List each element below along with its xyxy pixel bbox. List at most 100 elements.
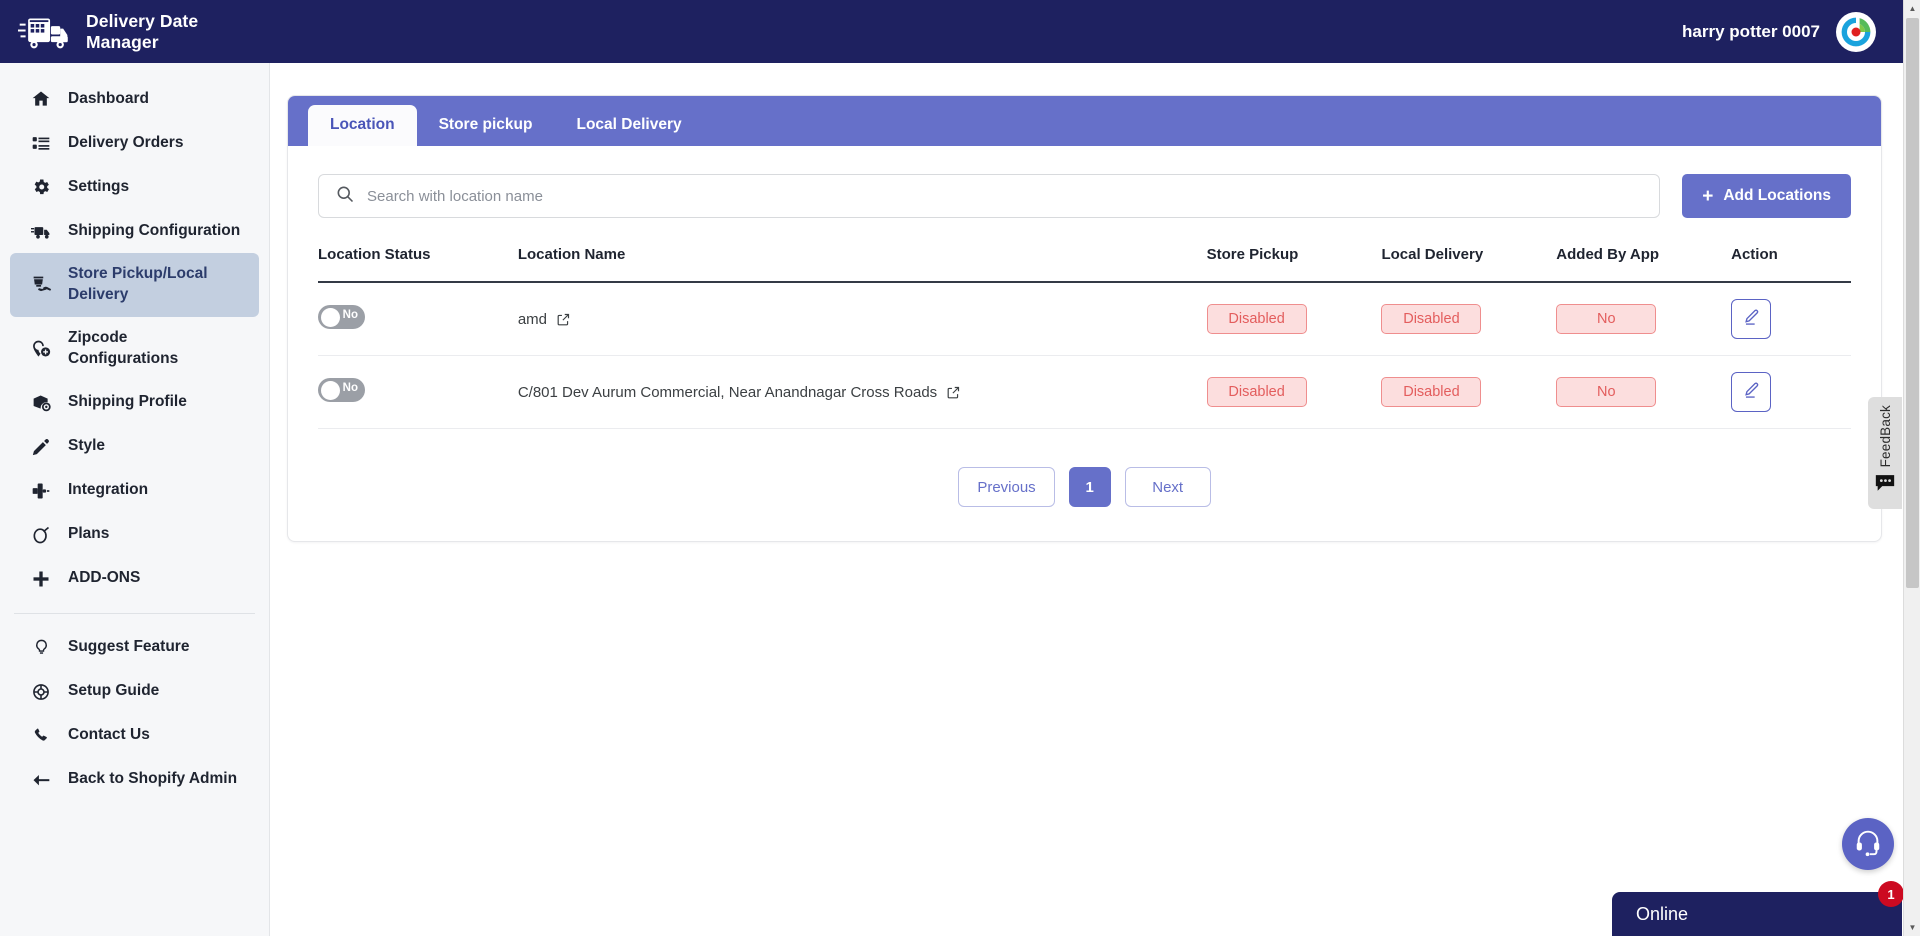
tab-bar: Location Store pickup Local Delivery — [288, 96, 1881, 146]
sidebar-item-back-to-shopify-admin[interactable]: Back to Shopify Admin — [10, 758, 259, 802]
sidebar-item-label: Plans — [68, 525, 110, 543]
edit-location-button[interactable] — [1731, 372, 1772, 412]
brand-name: Delivery Date Manager — [86, 10, 199, 52]
store-pickup-icon — [30, 274, 52, 296]
arrow-left-icon — [30, 769, 52, 791]
sidebar-item-label: Store Pickup/Local Delivery — [68, 265, 208, 303]
gear-icon — [30, 176, 52, 198]
add-locations-button[interactable]: + Add Locations — [1682, 174, 1851, 218]
cell-action — [1731, 282, 1851, 356]
local-delivery-status-badge: Disabled — [1381, 377, 1482, 407]
table-row: No amd Disabled Disabled No — [318, 282, 1851, 356]
sidebar-item-plans[interactable]: Plans — [10, 513, 259, 557]
sidebar-item-shipping-profile[interactable]: Shipping Profile — [10, 381, 259, 425]
col-header-added-by-app: Added By App — [1556, 246, 1732, 283]
cell-local-delivery: Disabled — [1381, 355, 1557, 429]
search-and-add-row: + Add Locations — [318, 174, 1851, 218]
added-by-app-badge: No — [1556, 377, 1657, 407]
sidebar-item-add-ons[interactable]: ADD-ONS — [10, 557, 259, 601]
pagination-previous-button[interactable]: Previous — [958, 467, 1055, 507]
tab-store-pickup[interactable]: Store pickup — [417, 105, 555, 146]
toggle-knob — [321, 380, 340, 400]
locations-table: Location Status Location Name Store Pick… — [318, 246, 1851, 429]
sidebar-item-contact-us[interactable]: Contact Us — [10, 714, 259, 758]
scroll-up-arrow[interactable]: ▲ — [1904, 0, 1920, 17]
col-header-action: Action — [1731, 246, 1851, 283]
location-name-link[interactable]: C/801 Dev Aurum Commercial, Near Anandna… — [518, 384, 961, 401]
location-name-link[interactable]: amd — [518, 311, 571, 328]
sidebar-item-store-pickup-local-delivery[interactable]: Store Pickup/Local Delivery — [10, 253, 259, 317]
topbar-user-area: harry potter 0007 — [1682, 11, 1896, 52]
sidebar-item-shipping-configuration[interactable]: Shipping Configuration — [10, 209, 259, 253]
sidebar-item-label: Integration — [68, 481, 149, 499]
store-pickup-status-badge: Disabled — [1206, 377, 1307, 407]
cell-local-delivery: Disabled — [1381, 282, 1557, 356]
sidebar-item-dashboard[interactable]: Dashboard — [10, 77, 259, 121]
external-link-icon[interactable] — [946, 385, 961, 400]
external-link-icon[interactable] — [556, 312, 571, 327]
tab-location[interactable]: Location — [308, 105, 417, 146]
table-body: No amd Disabled Disabled No No C/801 Dev… — [318, 282, 1851, 429]
main-content-area: Location Store pickup Local Delivery + A… — [270, 63, 1920, 936]
search-input[interactable] — [367, 187, 1644, 205]
sidebar-item-setup-guide[interactable]: Setup Guide — [10, 670, 259, 714]
plus-icon — [30, 568, 52, 590]
sidebar-item-label: Shipping Profile — [68, 393, 187, 411]
sidebar-item-integration[interactable]: Integration — [10, 469, 259, 513]
plans-icon — [30, 524, 52, 546]
scroll-down-arrow[interactable]: ▼ — [1904, 919, 1920, 936]
appjetty-avatar-logo[interactable] — [1836, 11, 1876, 52]
tab-local-delivery[interactable]: Local Delivery — [554, 105, 703, 146]
sidebar-item-label: Zipcode Configurations — [68, 328, 179, 367]
cell-store-pickup: Disabled — [1206, 282, 1382, 356]
cell-action — [1731, 355, 1851, 429]
location-status-toggle[interactable]: No — [318, 305, 365, 329]
sidebar-item-label: Suggest Feature — [68, 638, 190, 656]
sidebar-item-delivery-orders[interactable]: Delivery Orders — [10, 121, 259, 165]
cell-location-status: No — [318, 282, 518, 356]
feedback-tab[interactable]: FeedBack — [1868, 397, 1902, 509]
col-header-location-status: Location Status — [318, 246, 518, 283]
local-delivery-status-badge: Disabled — [1381, 304, 1482, 334]
puzzle-icon — [30, 480, 52, 502]
support-chat-button[interactable] — [1842, 818, 1894, 870]
cell-location-name: C/801 Dev Aurum Commercial, Near Anandna… — [517, 355, 1207, 429]
brand-logo-group[interactable]: Delivery Date Manager — [18, 11, 198, 53]
add-locations-label: Add Locations — [1723, 187, 1831, 204]
cell-location-status: No — [318, 355, 518, 429]
scrollbar-thumb[interactable] — [1906, 18, 1919, 588]
sidebar-item-suggest-feature[interactable]: Suggest Feature — [10, 626, 259, 670]
table-header-row: Location Status Location Name Store Pick… — [318, 246, 1851, 283]
col-header-location-name: Location Name — [517, 246, 1207, 283]
search-box[interactable] — [318, 174, 1661, 218]
list-icon — [30, 132, 52, 154]
sidebar-item-style[interactable]: Style — [10, 425, 259, 469]
lightbulb-icon — [30, 637, 52, 659]
location-name-text: amd — [517, 310, 547, 328]
toggle-knob — [321, 307, 340, 327]
toggle-label: No — [342, 382, 358, 394]
sidebar-item-zipcode-configurations[interactable]: Zipcode Configurations — [10, 317, 259, 381]
table-head: Location Status Location Name Store Pick… — [318, 246, 1851, 283]
home-icon — [30, 88, 52, 110]
sidebar-item-settings[interactable]: Settings — [10, 165, 259, 209]
locations-card: Location Store pickup Local Delivery + A… — [287, 95, 1882, 542]
added-by-app-badge: No — [1556, 304, 1657, 334]
plus-icon: + — [1702, 185, 1714, 207]
pagination-next-button[interactable]: Next — [1124, 467, 1211, 507]
sidebar-item-label: Dashboard — [68, 89, 149, 107]
sidebar-item-label: Back to Shopify Admin — [68, 770, 238, 788]
location-status-toggle[interactable]: No — [318, 378, 365, 402]
user-name: harry potter 0007 — [1682, 21, 1820, 41]
table-row: No C/801 Dev Aurum Commercial, Near Anan… — [318, 355, 1851, 429]
card-body: + Add Locations Location Status Location… — [288, 146, 1881, 541]
speech-bubble-icon — [1874, 473, 1896, 497]
sidebar-navigation: Dashboard Delivery Orders Settings Shipp… — [0, 63, 270, 936]
sidebar-divider — [14, 612, 255, 614]
edit-location-button[interactable] — [1731, 299, 1772, 339]
sidebar-item-label: ADD-ONS — [68, 569, 141, 587]
pagination-page-1-button[interactable]: 1 — [1068, 467, 1111, 507]
online-chat-bar[interactable]: Online 1 — [1612, 881, 1904, 936]
shipping-profile-icon — [30, 392, 52, 414]
window-scrollbar[interactable]: ▲ ▼ — [1903, 0, 1920, 936]
